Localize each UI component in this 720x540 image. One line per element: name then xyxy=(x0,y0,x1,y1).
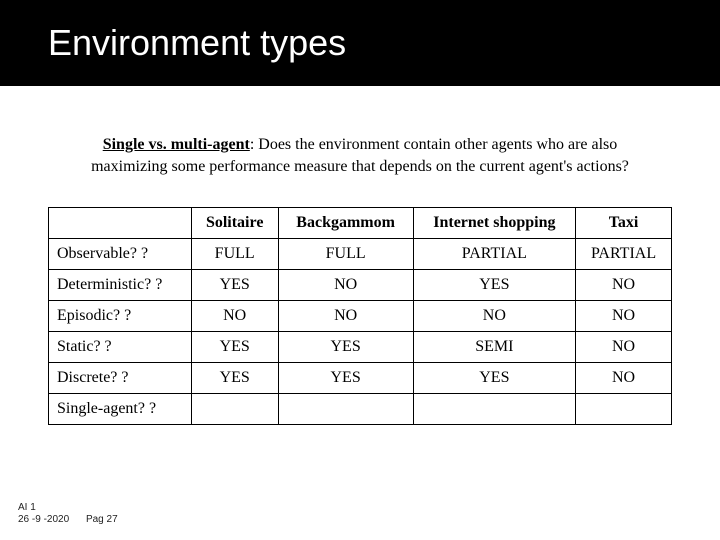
footer-course: AI 1 xyxy=(18,502,118,514)
row-label: Static? ? xyxy=(49,332,192,363)
slide-footer: AI 1 26 -9 -2020 Pag 27 xyxy=(18,502,118,526)
table-cell: YES xyxy=(413,363,576,394)
table-cell xyxy=(413,394,576,425)
table-cell: PARTIAL xyxy=(413,239,576,270)
table-cell: NO xyxy=(413,301,576,332)
table-header: Taxi xyxy=(576,208,672,239)
table-cell: NO xyxy=(576,301,672,332)
table-cell: YES xyxy=(191,332,278,363)
environment-table: Solitaire Backgammom Internet shopping T… xyxy=(48,207,672,425)
table-header: Internet shopping xyxy=(413,208,576,239)
table-cell: YES xyxy=(278,363,413,394)
table-row: Static? ? YES YES SEMI NO xyxy=(49,332,672,363)
table-cell: YES xyxy=(278,332,413,363)
table-cell: SEMI xyxy=(413,332,576,363)
table-cell: FULL xyxy=(191,239,278,270)
description-lead-bold: Single vs. multi-agent xyxy=(103,136,250,153)
row-label: Deterministic? ? xyxy=(49,270,192,301)
row-label: Episodic? ? xyxy=(49,301,192,332)
table-cell: YES xyxy=(191,270,278,301)
table-cell: NO xyxy=(278,270,413,301)
table-cell: NO xyxy=(576,270,672,301)
footer-page: Pag 27 xyxy=(86,514,118,525)
table-row: Episodic? ? NO NO NO NO xyxy=(49,301,672,332)
table-cell xyxy=(278,394,413,425)
table-cell: PARTIAL xyxy=(576,239,672,270)
table-header-row: Solitaire Backgammom Internet shopping T… xyxy=(49,208,672,239)
footer-date: 26 -9 -2020 xyxy=(18,514,69,525)
table-cell xyxy=(576,394,672,425)
page-title: Environment types xyxy=(48,22,346,64)
slide-body: Single vs. multi-agent: Does the environ… xyxy=(0,86,720,425)
title-band: Environment types xyxy=(0,0,720,86)
table-row: Single-agent? ? xyxy=(49,394,672,425)
table-cell: YES xyxy=(191,363,278,394)
table-header: Backgammom xyxy=(278,208,413,239)
row-label: Discrete? ? xyxy=(49,363,192,394)
table-row: Discrete? ? YES YES YES NO xyxy=(49,363,672,394)
table-cell: NO xyxy=(191,301,278,332)
table-row: Deterministic? ? YES NO YES NO xyxy=(49,270,672,301)
table-cell: FULL xyxy=(278,239,413,270)
description-lead: Single vs. multi-agent xyxy=(103,136,250,153)
table-cell xyxy=(191,394,278,425)
table-header: Solitaire xyxy=(191,208,278,239)
footer-bottom-line: 26 -9 -2020 Pag 27 xyxy=(18,514,118,526)
table-header-blank xyxy=(49,208,192,239)
table-cell: YES xyxy=(413,270,576,301)
table-cell: NO xyxy=(576,363,672,394)
table-cell: NO xyxy=(278,301,413,332)
row-label: Observable? ? xyxy=(49,239,192,270)
row-label: Single-agent? ? xyxy=(49,394,192,425)
table-row: Observable? ? FULL FULL PARTIAL PARTIAL xyxy=(49,239,672,270)
table-cell: NO xyxy=(576,332,672,363)
description: Single vs. multi-agent: Does the environ… xyxy=(68,134,652,177)
